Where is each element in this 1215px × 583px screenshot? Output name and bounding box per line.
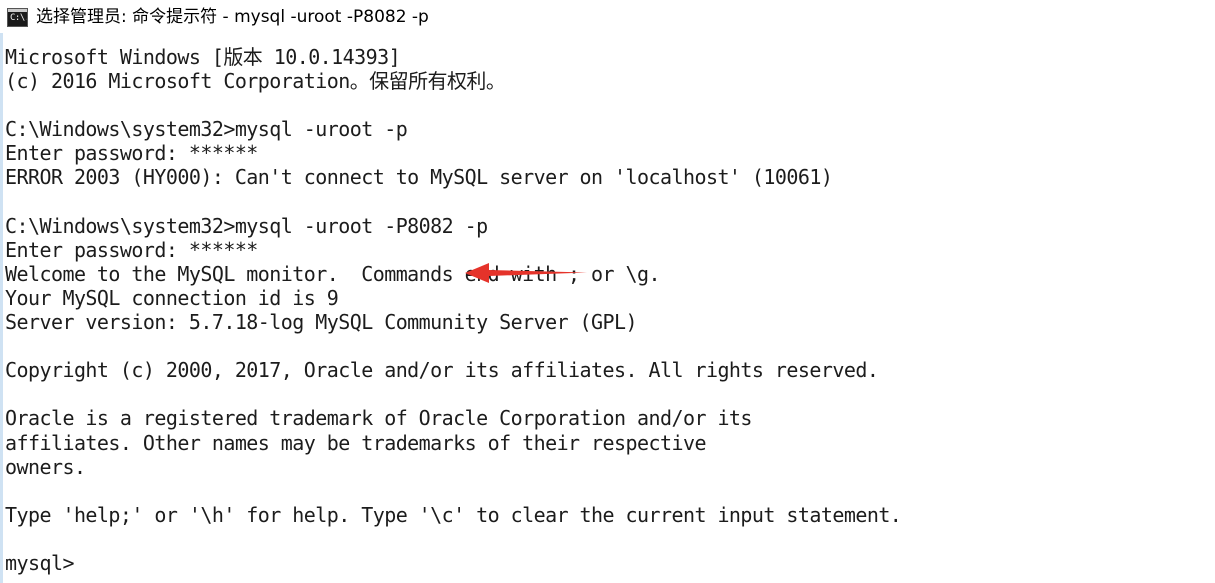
console-text-block: Microsoft Windows [版本 10.0.14393] (c) 201… <box>3 33 1215 575</box>
console-line: Enter password: ****** <box>5 237 258 262</box>
console-line: Oracle is a registered trademark of Orac… <box>5 406 752 431</box>
console-line: Copyright (c) 2000, 2017, Oracle and/or … <box>5 358 879 383</box>
console-line: ERROR 2003 (HY000): Can't connect to MyS… <box>5 165 833 190</box>
cmd-console-icon: C:\. <box>7 7 28 27</box>
console-top-padding <box>3 33 1215 45</box>
cmd-window: C:\. 选择管理员: 命令提示符 - mysql -uroot -P8082 … <box>0 0 1215 583</box>
window-title: 选择管理员: 命令提示符 - mysql -uroot -P8082 -p <box>36 6 429 27</box>
console-line: Welcome to the MySQL monitor. Commands e… <box>5 261 661 286</box>
console-line: Microsoft Windows [版本 10.0.14393] <box>5 45 401 69</box>
console-line: C:\Windows\system32>mysql -uroot -p <box>5 117 408 142</box>
console-line: (c) 2016 Microsoft Corporation。保留所有权利。 <box>5 69 506 94</box>
console-line: C:\Windows\system32>mysql -uroot -P8082 … <box>5 213 488 238</box>
console-line: mysql> <box>5 550 75 575</box>
icon-prompt-glyph: C:\. <box>10 12 28 23</box>
console-line: Your MySQL connection id is 9 <box>5 285 339 310</box>
console-line: owners. <box>5 454 86 479</box>
console-output-area[interactable]: Microsoft Windows [版本 10.0.14393] (c) 201… <box>0 33 1215 583</box>
console-lines: Microsoft Windows [版本 10.0.14393] (c) 201… <box>3 45 1215 575</box>
console-line: Enter password: ****** <box>5 141 258 166</box>
console-line: Type 'help;' or '\h' for help. Type '\c'… <box>5 502 902 527</box>
icon-title-strip <box>8 8 27 12</box>
console-line: Server version: 5.7.18-log MySQL Communi… <box>5 310 638 335</box>
console-line: affiliates. Other names may be trademark… <box>5 430 707 455</box>
window-titlebar[interactable]: C:\. 选择管理员: 命令提示符 - mysql -uroot -P8082 … <box>0 0 1215 33</box>
